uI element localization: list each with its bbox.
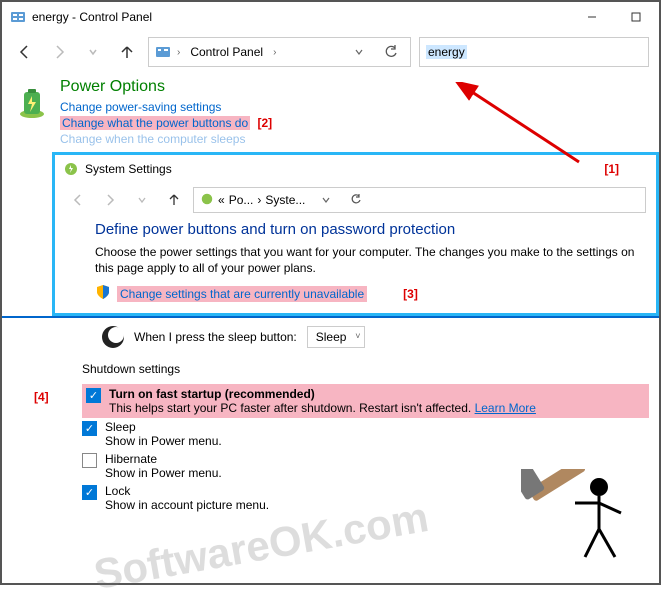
hibernate-desc: Show in Power menu. (105, 466, 222, 480)
power-options-section: Power Options Change power-saving settin… (2, 72, 659, 150)
back-button[interactable] (12, 39, 38, 65)
sub-crumb-sys[interactable]: Syste... (265, 193, 305, 207)
up-button[interactable] (114, 39, 140, 65)
annotation-4: [4] (34, 390, 49, 404)
sub-navbar: « Po... › Syste... (55, 183, 656, 217)
sleep-checkbox[interactable]: ✓ (82, 421, 97, 436)
fast-startup-checkbox[interactable]: ✓ (86, 388, 101, 403)
chevron-right-icon: › (177, 47, 180, 58)
battery-icon (14, 84, 50, 120)
link-change-power-buttons[interactable]: Change what the power buttons do (60, 116, 250, 130)
sub-titlebar: System Settings (55, 155, 656, 183)
lock-label: Lock (105, 484, 269, 498)
lock-checkbox[interactable]: ✓ (82, 485, 97, 500)
sub-up-button[interactable] (161, 187, 187, 213)
sub-refresh-button[interactable] (343, 187, 369, 213)
maximize-button[interactable] (621, 7, 651, 27)
shutdown-settings: Shutdown settings [4] ✓ Turn on fast sta… (2, 356, 659, 518)
define-description: Choose the power settings that you want … (95, 244, 642, 276)
hibernate-checkbox[interactable] (82, 453, 97, 468)
sub-back-button[interactable] (65, 187, 91, 213)
chevron-down-icon: ˅ (355, 331, 360, 341)
chevron-right-icon: › (273, 47, 276, 58)
sleep-label: Sleep (105, 420, 222, 434)
link-change-power-saving[interactable]: Change power-saving settings (60, 98, 272, 116)
shutdown-heading: Shutdown settings (82, 362, 649, 376)
hibernate-row: Hibernate Show in Power menu. (82, 450, 649, 482)
sub-window-title: System Settings (85, 162, 172, 176)
fast-startup-row: ✓ Turn on fast startup (recommended) Thi… (82, 384, 649, 418)
refresh-button[interactable] (378, 39, 404, 65)
system-settings-window: System Settings « Po... › Syste... Defin… (52, 152, 659, 316)
hibernate-label: Hibernate (105, 452, 222, 466)
control-panel-small-icon (155, 44, 171, 60)
sleep-button-label: When I press the sleep button: (134, 330, 297, 344)
search-input[interactable]: energy (419, 37, 649, 67)
power-icon (63, 161, 79, 177)
power-options-heading: Power Options (60, 78, 272, 96)
sub-recent-dropdown[interactable] (129, 187, 155, 213)
address-bar[interactable]: › Control Panel › (148, 37, 411, 67)
minimize-button[interactable] (577, 7, 607, 27)
chevron-right-icon: › (257, 193, 261, 207)
annotation-2: [2] (257, 116, 272, 130)
lock-desc: Show in account picture menu. (105, 498, 269, 512)
annotation-3: [3] (403, 287, 418, 301)
fast-startup-label: Turn on fast startup (recommended) (109, 387, 536, 401)
lock-row: ✓ Lock Show in account picture menu. (82, 482, 649, 514)
link-change-sleeps[interactable]: Change when the computer sleeps (60, 130, 272, 148)
sub-address-dropdown[interactable] (313, 187, 339, 213)
annotation-1: [1] (604, 162, 619, 176)
breadcrumb-control-panel[interactable]: Control Panel (186, 45, 267, 59)
moon-icon (102, 326, 124, 348)
sleep-button-row: When I press the sleep button: Sleep ˅ (2, 316, 659, 356)
navbar: › Control Panel › energy (2, 32, 659, 72)
titlebar: energy - Control Panel (2, 2, 659, 32)
shield-icon (95, 284, 111, 303)
search-value: energy (426, 45, 467, 59)
recent-dropdown[interactable] (80, 39, 106, 65)
power-small-icon (200, 192, 214, 209)
sleep-select[interactable]: Sleep ˅ (307, 326, 366, 348)
window-title: energy - Control Panel (32, 10, 577, 24)
address-dropdown[interactable] (346, 39, 372, 65)
fast-startup-desc: This helps start your PC faster after sh… (109, 401, 536, 415)
chevron-icon: « (218, 193, 225, 207)
define-heading: Define power buttons and turn on passwor… (95, 221, 642, 238)
sub-address-bar[interactable]: « Po... › Syste... (193, 187, 646, 213)
sleep-desc: Show in Power menu. (105, 434, 222, 448)
sleep-row: ✓ Sleep Show in Power menu. (82, 418, 649, 450)
control-panel-icon (10, 9, 26, 25)
link-change-unavailable[interactable]: Change settings that are currently unava… (117, 286, 367, 302)
forward-button[interactable] (46, 39, 72, 65)
sub-forward-button[interactable] (97, 187, 123, 213)
learn-more-link[interactable]: Learn More (475, 401, 536, 415)
sub-crumb-po[interactable]: Po... (229, 193, 254, 207)
